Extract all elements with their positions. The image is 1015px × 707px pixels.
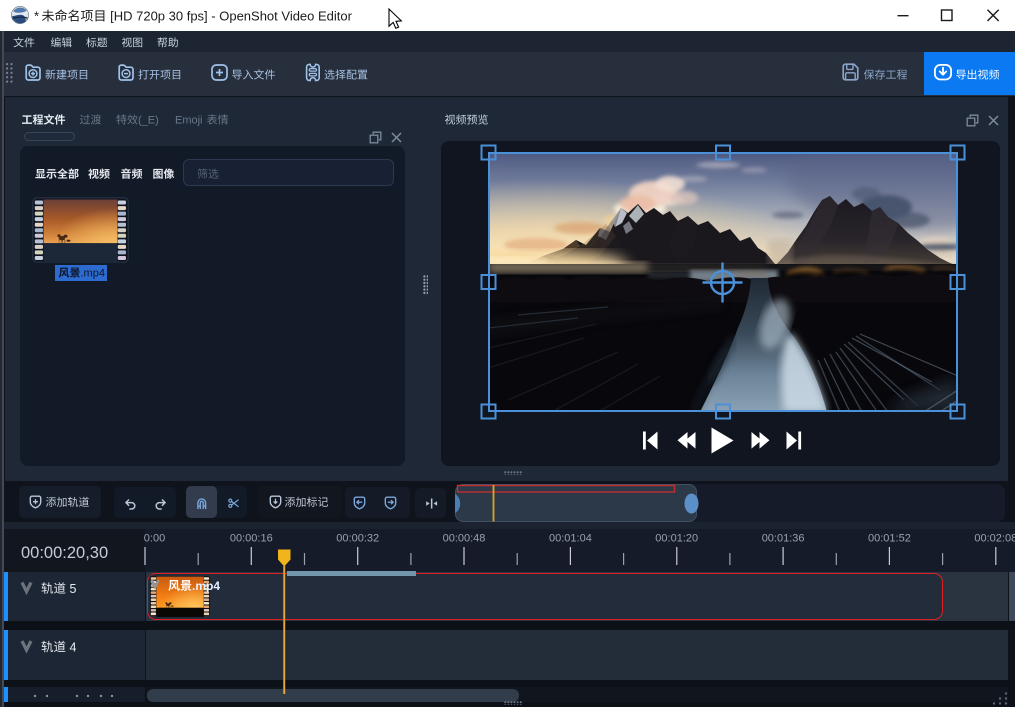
svg-text:Emoji: Emoji — [175, 115, 206, 127]
svg-text:(_E): (_E) — [138, 115, 159, 127]
svg-text:00:00:48: 00:00:48 — [443, 533, 486, 545]
svg-text:00:00:16: 00:00:16 — [230, 533, 273, 545]
svg-text:.mp4: .mp4 — [192, 579, 220, 593]
svg-text:00:00:32: 00:00:32 — [336, 533, 379, 545]
svg-text:.mp4: .mp4 — [81, 268, 105, 280]
svg-text:00:00:20,30: 00:00:20,30 — [21, 544, 108, 562]
svg-text:00:02:08: 00:02:08 — [974, 533, 1015, 545]
svg-text:00:01:04: 00:01:04 — [549, 533, 592, 545]
svg-text:00:01:36: 00:01:36 — [762, 533, 805, 545]
svg-text:*: * — [34, 9, 43, 24]
svg-text:[HD 720p 30 fps] - OpenShot Vi: [HD 720p 30 fps] - OpenShot Video Editor — [107, 9, 353, 24]
svg-text:00:01:52: 00:01:52 — [868, 533, 911, 545]
svg-text:5: 5 — [66, 582, 76, 596]
svg-text:00:01:20: 00:01:20 — [655, 533, 698, 545]
svg-text:4: 4 — [66, 640, 76, 654]
svg-text:0:00: 0:00 — [144, 533, 165, 545]
